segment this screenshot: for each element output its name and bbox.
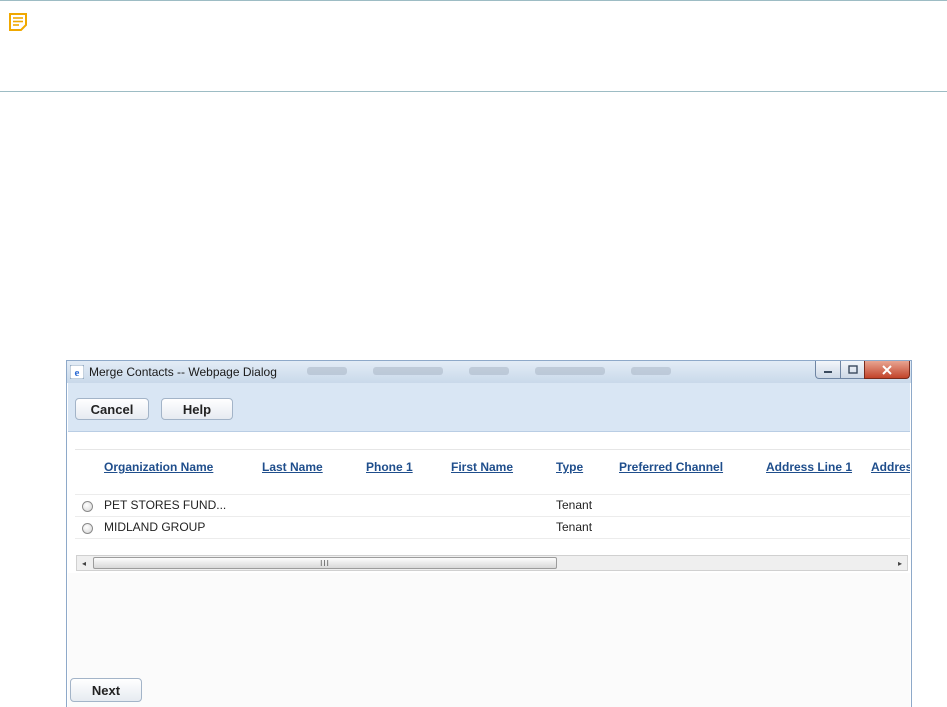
close-icon: [882, 364, 892, 375]
ie-icon: e: [70, 365, 84, 379]
row-select-radio[interactable]: [82, 501, 93, 512]
dialog-body-empty: [68, 573, 910, 707]
cell-organization-name: MIDLAND GROUP: [104, 520, 206, 534]
merge-contacts-dialog: e Merge Contacts -- Webpage Dialog Cance…: [66, 360, 912, 707]
column-header-preferred-channel[interactable]: Preferred Channel: [619, 460, 723, 474]
column-header-address-line-1[interactable]: Address Line 1: [766, 460, 852, 474]
column-header-first-name[interactable]: First Name: [451, 460, 513, 474]
table-row[interactable]: PET STORES FUND... Tenant: [75, 494, 910, 516]
table-row[interactable]: MIDLAND GROUP Tenant: [75, 516, 910, 538]
help-button[interactable]: Help: [161, 398, 233, 420]
column-header-last-name[interactable]: Last Name: [262, 460, 323, 474]
close-button[interactable]: [864, 361, 910, 379]
column-header-address-line-2[interactable]: Addres: [871, 460, 910, 474]
grid-bottom-line: [75, 538, 910, 539]
cell-organization-name: PET STORES FUND...: [104, 498, 227, 512]
contacts-grid: Organization Name Last Name Phone 1 Firs…: [75, 449, 910, 563]
scrollbar-thumb[interactable]: III: [93, 557, 557, 569]
column-header-type[interactable]: Type: [556, 460, 583, 474]
svg-text:e: e: [75, 367, 80, 379]
column-header-phone-1[interactable]: Phone 1: [366, 460, 413, 474]
cell-type: Tenant: [556, 520, 593, 534]
note-banner: [0, 0, 947, 92]
maximize-icon: [847, 364, 858, 374]
dialog-toolbar: Cancel Help: [68, 383, 910, 432]
background-tabs: [307, 367, 821, 379]
cell-type: Tenant: [556, 498, 593, 512]
dialog-title: Merge Contacts -- Webpage Dialog: [89, 365, 277, 379]
maximize-button[interactable]: [840, 361, 865, 379]
horizontal-scrollbar[interactable]: ◂ III ▸: [76, 555, 908, 571]
minimize-button[interactable]: [815, 361, 841, 379]
dialog-titlebar[interactable]: e Merge Contacts -- Webpage Dialog: [67, 361, 911, 383]
cancel-button[interactable]: Cancel: [75, 398, 149, 420]
grid-divider: [75, 449, 910, 450]
next-button[interactable]: Next: [70, 678, 142, 702]
note-icon: [9, 13, 27, 31]
column-header-organization-name[interactable]: Organization Name: [104, 460, 213, 474]
minimize-icon: [824, 370, 832, 373]
scroll-left-arrow-icon[interactable]: ◂: [77, 556, 91, 570]
scroll-right-arrow-icon[interactable]: ▸: [893, 556, 907, 570]
scrollbar-grip-icon: III: [320, 558, 330, 568]
row-select-radio[interactable]: [82, 523, 93, 534]
